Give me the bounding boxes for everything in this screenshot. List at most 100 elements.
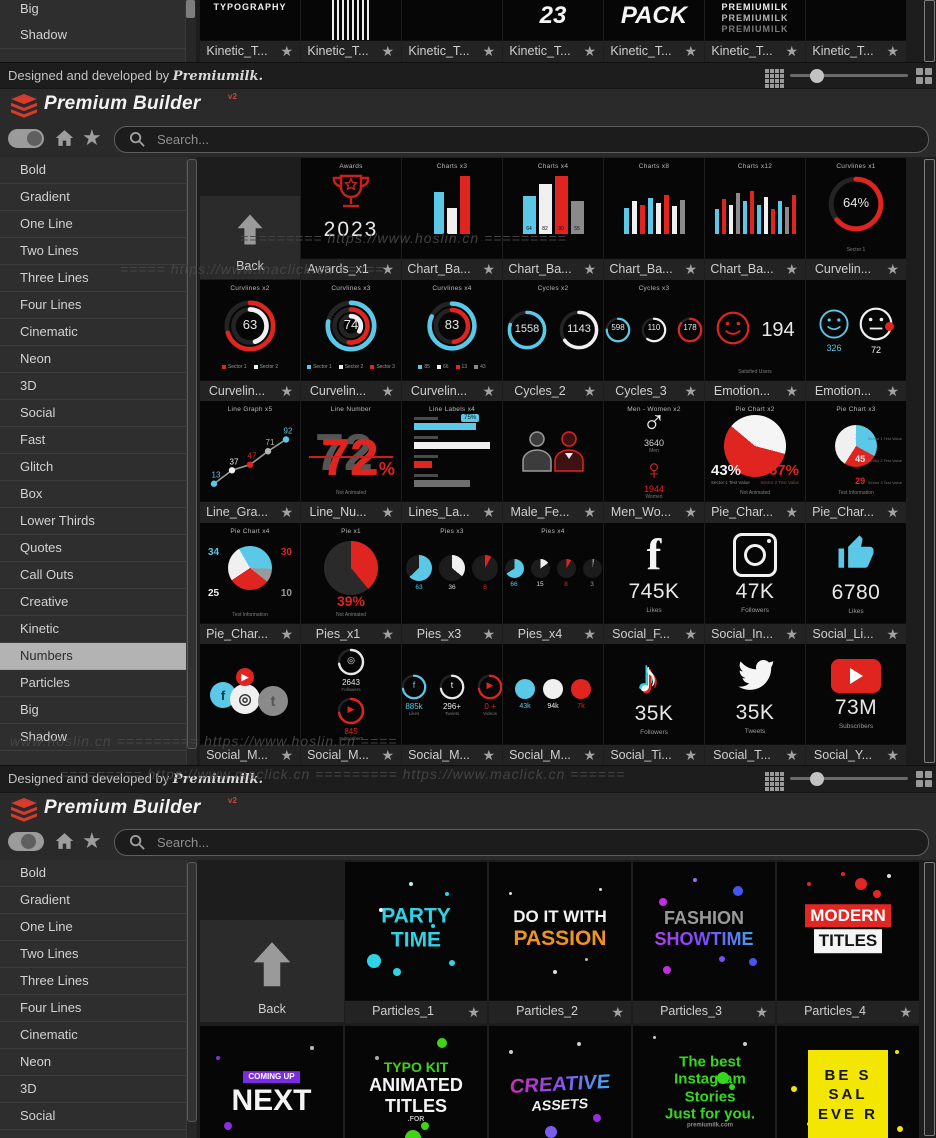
thumb-label-bar[interactable]: Cycles_3 ★: [604, 380, 704, 402]
thumb-label-bar[interactable]: Kinetic_T... ★: [705, 40, 805, 62]
sidebar-item-fast[interactable]: Fast: [0, 1130, 196, 1138]
favorite-star-icon[interactable]: ★: [381, 41, 394, 62]
tile-Chart_Ba[interactable]: Charts x8: [604, 158, 704, 258]
thumb-label-bar[interactable]: Social_Ti... ★: [604, 744, 704, 765]
favorite-star-icon[interactable]: ★: [583, 259, 596, 280]
thumb-label-bar[interactable]: Kinetic_T... ★: [301, 40, 401, 62]
small-thumbnails-icon[interactable]: [765, 772, 784, 791]
sidebar-item-one-line[interactable]: One Line: [0, 211, 196, 238]
favorite-star-icon[interactable]: ★: [755, 1001, 768, 1023]
grid-scrollbar[interactable]: [924, 862, 935, 1136]
favorite-star-icon[interactable]: ★: [684, 41, 697, 62]
tile-Men_Wo[interactable]: Men - Women x2 ♂ 3640 Men ♀ 1944 Women: [604, 401, 704, 501]
sidebar-scrollbar-thumb[interactable]: [187, 159, 197, 749]
grid-tile[interactable]: [301, 0, 401, 40]
favorite-star-icon[interactable]: ★: [482, 41, 495, 62]
thumb-label-bar[interactable]: Line_Nu... ★: [301, 501, 401, 523]
thumb-label-bar[interactable]: Pie_Char... ★: [705, 501, 805, 523]
grid-tile[interactable]: [402, 0, 502, 40]
sidebar-item-two-lines[interactable]: Two Lines: [0, 941, 196, 968]
tile-Curvelin[interactable]: Curvlines x2 63 Sector 1 Sector 2: [200, 280, 300, 380]
sidebar-item-neon[interactable]: Neon: [0, 1049, 196, 1076]
tile-Curvelin[interactable]: Curvlines x3 74 Sector 1 Sector 2 Sector 3: [301, 280, 401, 380]
sidebar-item-shadow[interactable]: Shadow: [0, 22, 186, 49]
tile-Chart_Ba[interactable]: Charts x4 64 82 90 55: [503, 158, 603, 258]
favorite-star-icon[interactable]: ★: [886, 502, 899, 523]
sidebar-item-kinetic[interactable]: Kinetic: [0, 616, 196, 643]
sidebar-item-bold[interactable]: Bold: [0, 157, 196, 184]
thumb-label-bar[interactable]: Social_In... ★: [705, 623, 805, 645]
favorite-star-icon[interactable]: ★: [280, 41, 293, 62]
thumb-label-bar[interactable]: Line_Gra... ★: [200, 501, 300, 523]
grid-tile[interactable]: CREATIVE ASSETS: [489, 1026, 631, 1138]
thumbnail-size-slider-thumb[interactable]: [810, 69, 824, 83]
favorite-star-icon[interactable]: ★: [886, 41, 899, 62]
thumb-label-bar[interactable]: Social_Li... ★: [806, 623, 906, 645]
thumb-label-bar[interactable]: Kinetic_T... ★: [604, 40, 704, 62]
favorite-star-icon[interactable]: ★: [886, 745, 899, 765]
sidebar-item-neon[interactable]: Neon: [0, 346, 196, 373]
grid-tile[interactable]: BE S SAL EVE R: [777, 1026, 919, 1138]
sidebar-item-one-line[interactable]: One Line: [0, 914, 196, 941]
tile-Social_Y[interactable]: 73M Subscribers: [806, 644, 906, 744]
favorite-star-icon[interactable]: ★: [684, 502, 697, 523]
sidebar-item-shadow[interactable]: Shadow: [0, 724, 196, 751]
tile-Lines_La[interactable]: Line Labels x4 75%: [402, 401, 502, 501]
tile-Social_In[interactable]: 47K Followers: [705, 523, 805, 623]
favorite-star-icon[interactable]: ★: [381, 381, 394, 402]
grid-tile[interactable]: 23: [503, 0, 603, 40]
tile-Social_M[interactable]: 43k 94k 7k: [503, 644, 603, 744]
thumbnail-size-slider-track[interactable]: [790, 74, 908, 77]
sidebar-item-two-lines[interactable]: Two Lines: [0, 238, 196, 265]
sidebar-item-three-lines[interactable]: Three Lines: [0, 265, 196, 292]
thumb-label-bar[interactable]: Particles_4 ★: [777, 1000, 919, 1023]
thumb-label-bar[interactable]: Emotion... ★: [705, 380, 805, 402]
sidebar-item-call-outs[interactable]: Call Outs: [0, 562, 196, 589]
tile-Chart_Ba[interactable]: Charts x12: [705, 158, 805, 258]
favorite-star-icon[interactable]: ★: [583, 745, 596, 765]
favorite-star-icon[interactable]: ★: [280, 502, 293, 523]
sidebar-scrollbar-thumb[interactable]: [186, 0, 195, 18]
sidebar-item-creative[interactable]: Creative: [0, 589, 196, 616]
grid-tile[interactable]: PREMIUMILK PREMIUMILK PREMIUMILK: [705, 0, 805, 40]
sidebar-item-box[interactable]: Box: [0, 481, 196, 508]
thumb-label-bar[interactable]: Curvelin... ★: [301, 380, 401, 402]
back-tile[interactable]: Back: [200, 196, 300, 279]
sidebar-item-quotes[interactable]: Quotes: [0, 535, 196, 562]
favorite-star-icon[interactable]: ★: [280, 624, 293, 645]
favorite-star-icon[interactable]: ★: [482, 502, 495, 523]
small-thumbnails-icon[interactable]: [765, 69, 784, 88]
sidebar-item-cinematic[interactable]: Cinematic: [0, 1022, 196, 1049]
favorite-star-icon[interactable]: ★: [583, 381, 596, 402]
grid-scrollbar[interactable]: [924, 159, 935, 763]
thumb-label-bar[interactable]: Curvelin... ★: [200, 380, 300, 402]
thumb-label-bar[interactable]: Social_T... ★: [705, 744, 805, 765]
sidebar-item-glitch[interactable]: Glitch: [0, 454, 196, 481]
thumb-label-bar[interactable]: Pies_x3 ★: [402, 623, 502, 645]
tile-Emotion[interactable]: Satisfied Users 194: [705, 280, 805, 380]
thumb-label-bar[interactable]: Curvelin... ★: [402, 380, 502, 402]
favorite-star-icon[interactable]: ★: [583, 41, 596, 62]
tile-Pie_Char[interactable]: Pie Chart x3 Test Information 36 Sector 1 …: [806, 401, 906, 501]
tile-Social_M[interactable]: ◎ 2643 Followers ▶ 845 Subscribers: [301, 644, 401, 744]
favorite-star-icon[interactable]: ★: [785, 381, 798, 402]
tile-Particles_3[interactable]: FASHION SHOWTIME: [633, 862, 775, 1000]
favorite-star-icon[interactable]: ★: [482, 624, 495, 645]
tile-Social_M[interactable]: f ◎ ▶ t: [200, 644, 300, 744]
thumb-label-bar[interactable]: Chart_Ba... ★: [705, 258, 805, 280]
tile-Male_Fe[interactable]: [503, 401, 603, 501]
sidebar-item-3d[interactable]: 3D: [0, 373, 196, 400]
favorite-star-icon[interactable]: ★: [684, 745, 697, 765]
sidebar-item-fast[interactable]: Fast: [0, 427, 196, 454]
thumb-label-bar[interactable]: Pie_Char... ★: [806, 501, 906, 523]
grid-tile[interactable]: TYPO KIT ANIMATED TITLES .FOR: [345, 1026, 487, 1138]
grid-scrollbar[interactable]: [924, 0, 935, 62]
favorite-star-icon[interactable]: ★: [899, 1001, 912, 1023]
thumb-label-bar[interactable]: Kinetic_T... ★: [503, 40, 603, 62]
favorite-star-icon[interactable]: ★: [785, 502, 798, 523]
grid-tile[interactable]: [806, 0, 906, 40]
tile-Curvelin[interactable]: Curvlines x1 Sector 1 64%: [806, 158, 906, 258]
sidebar-item-3d[interactable]: 3D: [0, 1076, 196, 1103]
sidebar-item-social[interactable]: Social: [0, 400, 196, 427]
sidebar-item-cinematic[interactable]: Cinematic: [0, 319, 196, 346]
